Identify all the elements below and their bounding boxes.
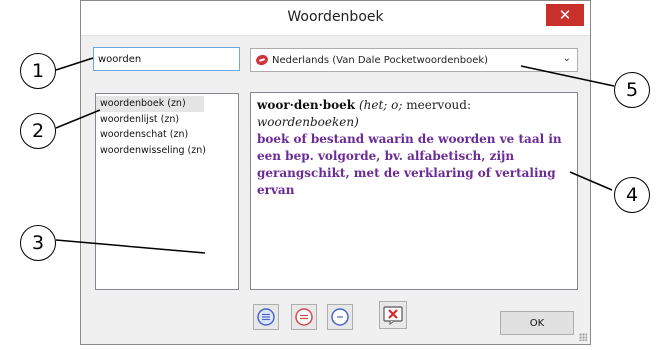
ok-button[interactable]: OK xyxy=(500,311,574,335)
close-button[interactable]: ✕ xyxy=(546,4,584,26)
dictionary-select[interactable]: Nederlands (Van Dale Pocketwoordenboek) … xyxy=(250,48,578,72)
dictionary-icon xyxy=(254,53,270,67)
results-list[interactable]: woordenboek (zn) woordenlijst (zn) woord… xyxy=(95,93,239,290)
list-item[interactable]: woordenschat (zn) xyxy=(96,127,238,143)
collapse-button[interactable] xyxy=(327,304,353,330)
callout-4: 4 xyxy=(614,177,650,213)
chevron-down-icon: ⌄ xyxy=(562,53,571,64)
resize-grip[interactable] xyxy=(579,333,587,341)
definition-grammar: (het; o; xyxy=(358,98,403,112)
delete-button[interactable] xyxy=(379,301,407,329)
definition-meaning: boek of bestand waarin de woorden ve taa… xyxy=(257,132,562,197)
callout-5: 5 xyxy=(614,72,650,108)
list-item[interactable]: woordenlijst (zn) xyxy=(96,112,238,128)
callout-2: 2 xyxy=(20,113,56,149)
dictionary-dialog: Woordenboek ✕ Nederlands (Van Dale Pocke… xyxy=(80,0,591,345)
reduce-button[interactable] xyxy=(291,304,317,330)
callout-1: 1 xyxy=(20,53,56,89)
delete-icon xyxy=(383,306,403,325)
minus-circle-icon xyxy=(331,308,349,326)
list-circle-icon xyxy=(257,308,275,326)
list-item[interactable]: woordenboek (zn) xyxy=(96,96,204,112)
title-bar: Woordenboek ✕ xyxy=(81,1,590,36)
callout-3: 3 xyxy=(20,225,56,261)
definition-pane: woor·den·boek (het; o; meervoud: woorden… xyxy=(250,92,578,290)
lines-circle-icon xyxy=(295,308,313,326)
definition-plural-form: woordenboeken) xyxy=(257,115,359,129)
search-input[interactable] xyxy=(93,47,240,71)
dictionary-select-value: Nederlands (Van Dale Pocketwoordenboek) xyxy=(272,54,489,66)
show-all-button[interactable] xyxy=(253,304,279,330)
definition-plural-label: meervoud: xyxy=(406,98,472,112)
definition-headword: woor·den·boek xyxy=(257,98,356,112)
list-item[interactable]: woordenwisseling (zn) xyxy=(96,143,238,159)
window-title: Woordenboek xyxy=(287,9,384,25)
